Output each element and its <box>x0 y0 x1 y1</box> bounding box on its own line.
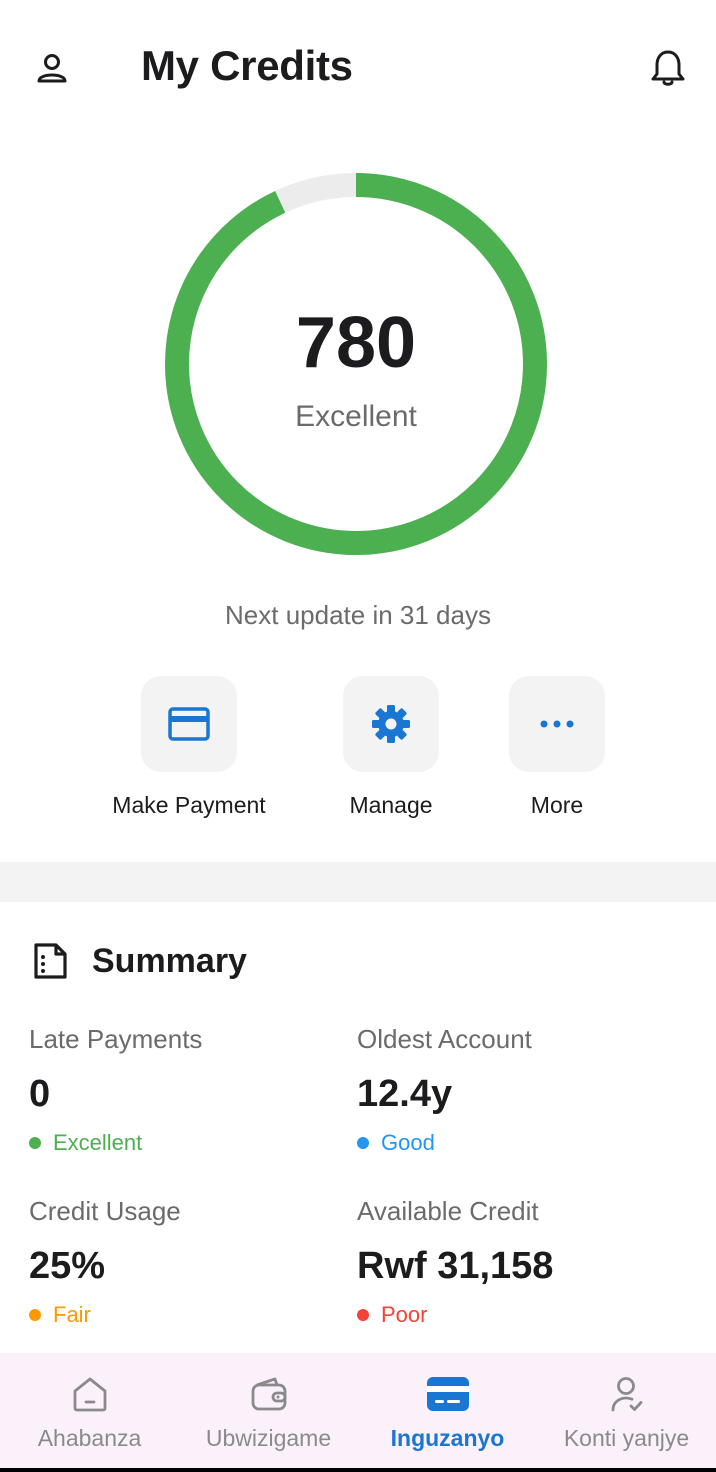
summary-header: Summary <box>30 936 247 986</box>
stat-available-credit: Available Credit Rwf 31,158 Poor <box>357 1196 677 1328</box>
credit-score-rating: Excellent <box>295 400 417 433</box>
home-icon <box>73 1377 106 1412</box>
status-dot <box>29 1137 41 1149</box>
status-text: Excellent <box>53 1130 143 1155</box>
more-label: More <box>530 792 584 818</box>
manage-tile[interactable] <box>343 676 439 772</box>
status-text: Good <box>381 1130 435 1155</box>
stat-label: Oldest Account <box>357 1024 532 1054</box>
app-header: My Credits <box>0 0 716 140</box>
stat-value: Rwf 31,158 <box>357 1245 554 1287</box>
nav-item-savings[interactable]: Ubwizigame <box>179 1353 358 1468</box>
credit-card-icon <box>168 707 210 741</box>
bottom-navigation: Ahabanza Ubwizigame Inguzanyo Konti yanj… <box>0 1353 716 1468</box>
stat-label: Available Credit <box>357 1196 539 1226</box>
stat-label: Credit Usage <box>29 1196 181 1226</box>
stat-status: Good <box>357 1130 677 1156</box>
stat-status: Excellent <box>29 1130 349 1156</box>
credit-score-gauge: 780 Excellent <box>156 164 556 564</box>
nav-label-home: Ahabanza <box>37 1425 142 1451</box>
section-divider <box>0 862 716 902</box>
make-payment-label: Make Payment <box>112 792 266 818</box>
nav-label-account: Konti yanjye <box>563 1425 690 1451</box>
manage-label: Manage <box>349 792 433 818</box>
document-icon <box>34 943 67 979</box>
stat-value: 25% <box>29 1245 106 1287</box>
more-button[interactable]: More <box>457 676 657 819</box>
nav-label-credit: Inguzanyo <box>390 1425 505 1451</box>
nav-item-account[interactable]: Konti yanjye <box>537 1353 716 1468</box>
make-payment-button[interactable]: Make Payment <box>89 676 289 819</box>
stat-value: 0 <box>29 1073 51 1115</box>
credit-card-icon <box>426 1377 469 1411</box>
stat-status: Poor <box>357 1302 677 1328</box>
stat-credit-usage: Credit Usage 25% Fair <box>29 1196 349 1328</box>
next-update-text: Next update in 31 days <box>225 600 491 630</box>
nav-label-savings: Ubwizigame <box>205 1425 332 1451</box>
bell-icon <box>651 50 685 86</box>
system-gesture-bar <box>0 1468 716 1472</box>
nav-item-credit[interactable]: Inguzanyo <box>358 1353 537 1468</box>
person-icon <box>37 54 67 83</box>
status-text: Poor <box>381 1302 428 1327</box>
status-dot <box>357 1137 369 1149</box>
summary-title: Summary <box>92 941 247 980</box>
status-text: Fair <box>53 1302 91 1327</box>
more-dots-icon <box>540 720 574 728</box>
credit-score-value: 780 <box>295 303 417 383</box>
page-title: My Credits <box>141 42 353 89</box>
stat-label: Late Payments <box>29 1024 203 1054</box>
status-dot <box>357 1309 369 1321</box>
stat-late-payments: Late Payments 0 Excellent <box>29 1024 349 1156</box>
make-payment-tile[interactable] <box>141 676 237 772</box>
stat-value: 12.4y <box>357 1073 453 1115</box>
more-tile[interactable] <box>509 676 605 772</box>
gear-icon <box>372 705 410 743</box>
stat-oldest-account: Oldest Account 12.4y Good <box>357 1024 677 1156</box>
profile-button[interactable] <box>28 44 76 92</box>
stat-status: Fair <box>29 1302 349 1328</box>
wallet-icon <box>251 1377 286 1411</box>
account-check-icon <box>611 1377 642 1412</box>
status-dot <box>29 1309 41 1321</box>
nav-item-home[interactable]: Ahabanza <box>0 1353 179 1468</box>
notifications-button[interactable] <box>644 44 692 92</box>
